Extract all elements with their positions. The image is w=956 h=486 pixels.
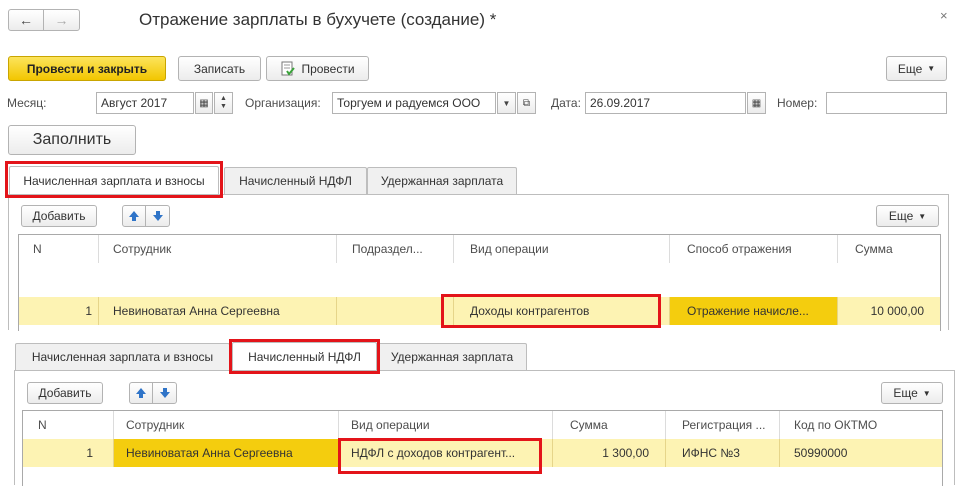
chevron-down-icon: ▼: [918, 211, 927, 221]
window-title: Отражение зарплаты в бухучете (создание)…: [139, 10, 497, 29]
arrow-up-icon: [129, 211, 139, 221]
column-sum[interactable]: Сумма: [838, 235, 940, 263]
date-label: Дата:: [551, 96, 581, 110]
more-label: Еще: [888, 209, 914, 223]
tab-accrued-salary[interactable]: Начисленная зарплата и взносы: [9, 166, 219, 195]
save-button[interactable]: Записать: [178, 56, 261, 81]
more-label: Еще: [897, 61, 923, 76]
column-department[interactable]: Подраздел...: [337, 235, 454, 263]
move-down-button[interactable]: [145, 205, 170, 227]
section1-panel: Добавить Еще ▼ N Сотрудник Подраздел... …: [8, 194, 949, 331]
cell-operation[interactable]: НДФЛ с доходов контрагент...: [339, 439, 553, 467]
arrow-down-icon: [152, 211, 163, 221]
add-button[interactable]: Добавить: [21, 205, 97, 227]
move-up-button[interactable]: [129, 382, 153, 404]
column-registration[interactable]: Регистрация ...: [666, 411, 780, 439]
tab-accrued-salary-2[interactable]: Начисленная зарплата и взносы: [15, 343, 230, 370]
cell-sum[interactable]: 1 300,00: [553, 439, 666, 467]
column-oktmo[interactable]: Код по ОКТМО: [780, 411, 942, 439]
organization-dropdown-button[interactable]: ▼: [497, 92, 516, 114]
cell-employee[interactable]: Невиноватая Анна Сергеевна: [114, 439, 339, 467]
cell-oktmo[interactable]: 50990000: [780, 439, 942, 467]
cell-department[interactable]: [337, 297, 454, 325]
cell-sum[interactable]: 10 000,00: [838, 297, 940, 325]
post-button-label: Провести: [301, 61, 355, 76]
fill-button[interactable]: Заполнить: [8, 125, 136, 155]
calendar-button[interactable]: ▦: [195, 92, 213, 114]
section2-table[interactable]: N Сотрудник Вид операции Сумма Регистрац…: [22, 410, 943, 486]
back-button[interactable]: ←: [8, 9, 44, 31]
table-row[interactable]: 1 Невиноватая Анна Сергеевна Доходы конт…: [19, 297, 940, 325]
tab-withheld-salary[interactable]: Удержанная зарплата: [367, 167, 517, 194]
more-label: Еще: [893, 386, 918, 400]
number-label: Номер:: [777, 96, 818, 110]
section2-panel: Добавить Еще ▼ N Сотрудник Вид операции …: [14, 370, 955, 486]
cell-registration[interactable]: ИФНС №3: [666, 439, 780, 467]
arrow-left-icon: ←: [19, 12, 33, 28]
calendar-icon: ▦: [199, 97, 209, 109]
calendar-icon: ▦: [751, 97, 762, 109]
move-up-button[interactable]: [122, 205, 146, 227]
chevron-down-icon: ▼: [927, 64, 936, 73]
section2-more-button[interactable]: Еще ▼: [881, 382, 943, 404]
spin-up-icon: ▲: [220, 95, 227, 102]
tab-accrued-ndfl-2[interactable]: Начисленный НДФЛ: [232, 342, 377, 371]
cell-employee[interactable]: Невиноватая Анна Сергеевна: [99, 297, 337, 325]
organization-label: Организация:: [245, 96, 321, 110]
date-field[interactable]: 26.09.2017: [585, 92, 746, 114]
tab-accrued-ndfl[interactable]: Начисленный НДФЛ: [224, 167, 367, 194]
organization-field[interactable]: Торгуем и радуемся ООО: [332, 92, 496, 114]
forward-button[interactable]: →: [43, 9, 80, 31]
table-header: N Сотрудник Вид операции Сумма Регистрац…: [23, 411, 942, 439]
arrow-up-icon: [136, 388, 146, 398]
close-icon[interactable]: ×: [940, 8, 948, 23]
arrow-down-icon: [159, 388, 170, 398]
post-document-icon: [281, 61, 296, 76]
arrow-right-icon: →: [54, 12, 69, 28]
column-sum[interactable]: Сумма: [553, 411, 666, 439]
number-field[interactable]: [826, 92, 947, 114]
column-employee[interactable]: Сотрудник: [99, 235, 337, 263]
column-n[interactable]: N: [23, 411, 114, 439]
cell-method[interactable]: Отражение начисле...: [670, 297, 838, 325]
move-down-button[interactable]: [152, 382, 177, 404]
table-header: N Сотрудник Подраздел... Вид операции Сп…: [19, 235, 940, 297]
more-button[interactable]: Еще ▼: [886, 56, 947, 81]
date-calendar-button[interactable]: ▦: [747, 92, 766, 114]
spin-down-icon: ▼: [220, 103, 227, 110]
organization-open-button[interactable]: ⧉: [517, 92, 536, 114]
open-form-icon: ⧉: [522, 97, 531, 109]
section1-more-button[interactable]: Еще ▼: [876, 205, 939, 227]
month-spinner[interactable]: ▲ ▼: [214, 92, 233, 114]
cell-operation[interactable]: Доходы контрагентов: [454, 297, 670, 325]
chevron-down-icon: ▼: [502, 98, 511, 108]
add-button[interactable]: Добавить: [27, 382, 103, 404]
tab-withheld-salary-2[interactable]: Удержанная зарплата: [377, 343, 527, 370]
column-method[interactable]: Способ отражения: [670, 235, 838, 263]
cell-n[interactable]: 1: [23, 439, 114, 467]
section1-table[interactable]: N Сотрудник Подраздел... Вид операции Сп…: [18, 234, 941, 331]
month-field[interactable]: Август 2017: [96, 92, 194, 114]
column-n[interactable]: N: [19, 235, 99, 263]
chevron-down-icon: ▼: [922, 388, 931, 398]
month-label: Месяц:: [7, 96, 47, 110]
column-operation[interactable]: Вид операции: [454, 235, 670, 263]
column-employee[interactable]: Сотрудник: [114, 411, 339, 439]
table-row[interactable]: 1 Невиноватая Анна Сергеевна НДФЛ с дохо…: [23, 439, 942, 467]
cell-n[interactable]: 1: [19, 297, 99, 325]
post-button[interactable]: Провести: [266, 56, 369, 81]
post-and-close-button[interactable]: Провести и закрыть: [8, 56, 166, 81]
column-operation[interactable]: Вид операции: [339, 411, 553, 439]
